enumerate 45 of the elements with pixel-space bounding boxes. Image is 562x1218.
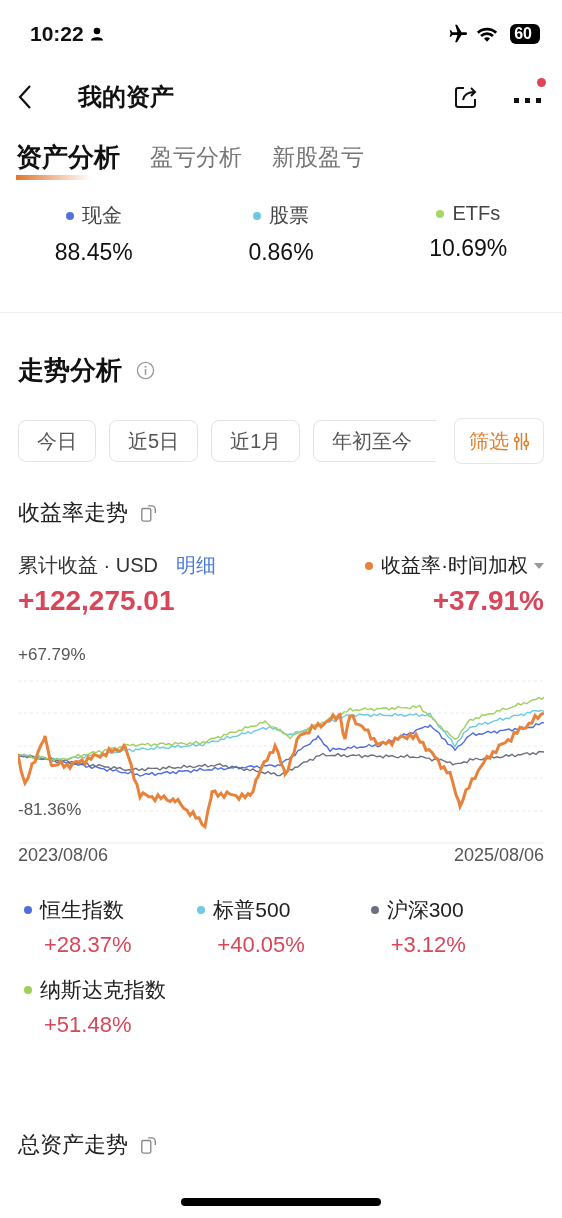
rate-type-dropdown[interactable]: 收益率·时间加权 <box>381 552 544 579</box>
index-return: +3.12% <box>389 932 467 958</box>
index-return: +28.37% <box>43 932 133 958</box>
cumulative-value: +122,275.01 <box>18 585 175 617</box>
range-chip[interactable]: 近1月 <box>211 420 301 462</box>
section-title: 走势分析 <box>18 354 122 387</box>
person-icon <box>89 27 104 41</box>
asset-percentage: 88.45% <box>54 239 133 266</box>
range-chip[interactable]: 近5日 <box>109 420 199 462</box>
axis-label: 2025/08/06 <box>453 845 544 866</box>
asset-percentage: 10.69% <box>429 235 508 262</box>
battery-indicator: 60 <box>510 24 540 44</box>
tab[interactable]: 新股盈亏 <box>272 140 364 180</box>
asset-label: 现金 <box>81 203 122 228</box>
rotate-icon[interactable] <box>140 1135 158 1155</box>
return-rate-value: +37.91% <box>432 585 544 617</box>
axis-label: 2023/08/06 <box>18 845 109 866</box>
back-icon[interactable] <box>18 84 32 110</box>
rotate-icon[interactable] <box>140 503 158 523</box>
asset-percentage: 0.86% <box>248 239 314 266</box>
series-dot <box>365 561 374 570</box>
index-name: 恒生指数 <box>40 897 124 923</box>
range-chip[interactable]: 年初至今 <box>313 420 436 462</box>
index-name: 标普500 <box>213 897 291 923</box>
index-return: +40.05% <box>216 932 306 958</box>
sliders-icon <box>512 431 530 451</box>
detail-link[interactable]: 明细 <box>176 552 216 579</box>
caret-icon <box>534 562 544 569</box>
page-title: 我的资产 <box>78 82 174 112</box>
asset-label: 股票 <box>269 203 309 228</box>
wifi-icon <box>476 25 499 43</box>
tab[interactable]: 资产分析 <box>16 140 120 180</box>
section-title: 总资产走势 <box>18 1131 128 1159</box>
status-time: 10:22 <box>30 22 84 46</box>
tab[interactable]: 盈亏分析 <box>150 140 242 180</box>
cumulative-label: 累计收益 · USD <box>18 553 158 578</box>
index-name: 沪深300 <box>386 897 464 923</box>
section-title: 收益率走势 <box>18 499 128 527</box>
axis-label: +67.79% <box>18 645 87 665</box>
index-return: +51.48% <box>43 1012 133 1038</box>
index-name: 纳斯达克指数 <box>40 977 166 1003</box>
info-icon[interactable] <box>136 361 155 380</box>
range-chip[interactable]: 今日 <box>18 420 96 462</box>
more-icon[interactable] <box>514 98 542 104</box>
asset-label: ETFs <box>452 202 501 225</box>
